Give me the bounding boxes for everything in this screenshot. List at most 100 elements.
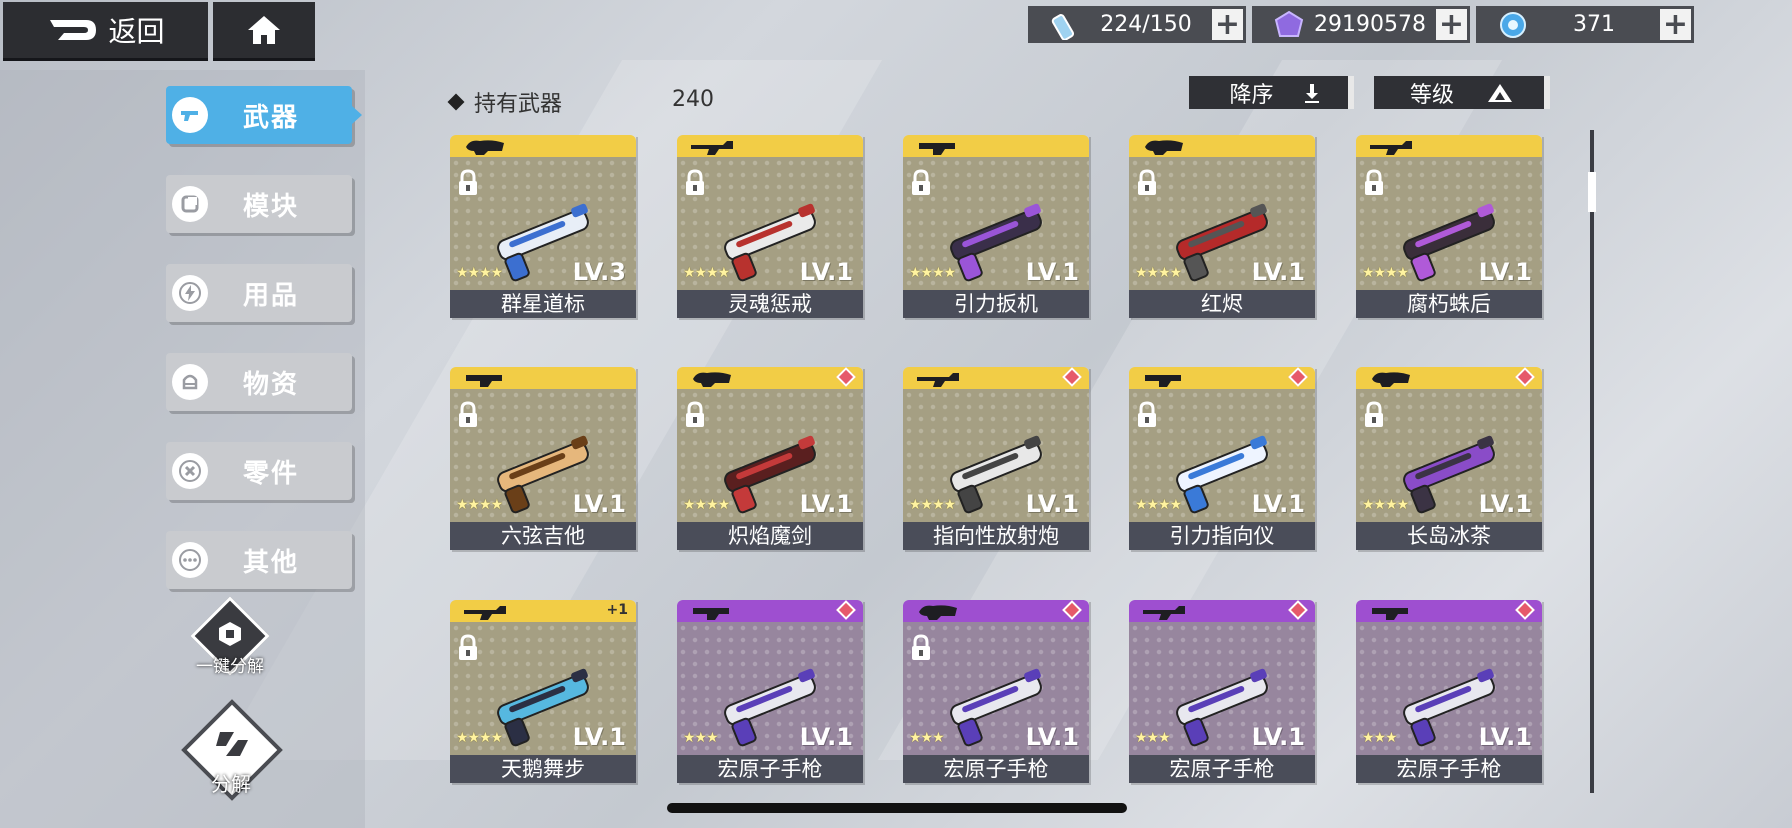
- weapon-name: 宏原子手枪: [903, 755, 1089, 783]
- weapon-name: 群星道标: [450, 290, 636, 318]
- owned-weapons-title: 持有武器: [447, 86, 563, 118]
- resource-crystal: 29190578 +: [1252, 6, 1470, 43]
- lock-icon[interactable]: [1363, 169, 1385, 197]
- weapon-type-icon: [691, 141, 733, 155]
- weapon-card[interactable]: ★★★★ LV.1 灵魂惩戒: [677, 135, 863, 318]
- weapon-name: 宏原子手枪: [677, 755, 863, 783]
- rarity-stars: ★★★: [909, 730, 945, 746]
- one-key-decompose-button[interactable]: 一键分解: [190, 596, 270, 680]
- weapon-card[interactable]: ★★★★ LV.3 群星道标: [450, 135, 636, 318]
- weapon-type-icon: [917, 373, 959, 387]
- weapon-type-icon: [1372, 608, 1408, 620]
- weapon-card[interactable]: ★★★★ LV.1 指向性放射炮: [903, 367, 1089, 550]
- weapon-name: 炽焰魔剑: [677, 522, 863, 550]
- level-triangle-icon: [1488, 83, 1512, 102]
- add-energy-button[interactable]: +: [1212, 9, 1243, 40]
- home-icon: [248, 16, 280, 44]
- weapon-card[interactable]: ★★★★ LV.1 腐朽蛛后: [1356, 135, 1542, 318]
- tab-parts[interactable]: 零件: [166, 442, 352, 500]
- weapon-name: 引力扳机: [903, 290, 1089, 318]
- weapon-card[interactable]: ★★★★ LV.1 红烬: [1129, 135, 1315, 318]
- rarity-stars: ★★★★: [1362, 497, 1409, 513]
- weapon-level: LV.1: [799, 258, 853, 286]
- gun-icon: [172, 97, 208, 133]
- decompose-label: 分解: [211, 772, 251, 796]
- purple-crystal-icon: [1274, 10, 1304, 37]
- weapon-level: LV.1: [1025, 258, 1079, 286]
- add-crystal-button[interactable]: +: [1436, 9, 1467, 40]
- back-button[interactable]: 返回: [3, 2, 208, 61]
- tab-weapons[interactable]: 武器: [166, 86, 362, 144]
- weapon-type-icon: [1145, 140, 1183, 155]
- weapon-type-icon: [693, 608, 729, 620]
- decompose-button[interactable]: 分解: [178, 699, 284, 802]
- supply-icon: [172, 364, 208, 400]
- lock-icon[interactable]: [684, 401, 706, 429]
- lock-icon[interactable]: [457, 401, 479, 429]
- tab-modules[interactable]: 模块: [166, 175, 352, 233]
- weapon-card[interactable]: ★★★ LV.1 宏原子手枪: [1356, 600, 1542, 783]
- rarity-stars: ★★★★: [909, 265, 956, 281]
- refine-badge: +1: [606, 602, 628, 618]
- sort-key-button[interactable]: 等级: [1374, 76, 1550, 109]
- lock-icon[interactable]: [457, 634, 479, 662]
- weapon-card[interactable]: ★★★★ LV.1 引力扳机: [903, 135, 1089, 318]
- weapon-level: LV.1: [1478, 490, 1532, 518]
- scrollbar-thumb[interactable]: [1588, 172, 1596, 212]
- tab-label: 其他: [242, 547, 299, 578]
- weapon-level: LV.1: [799, 490, 853, 518]
- lock-icon[interactable]: [684, 169, 706, 197]
- back-arrow-icon: [50, 20, 97, 40]
- weapon-name: 灵魂惩戒: [677, 290, 863, 318]
- sort-order-label: 降序: [1229, 82, 1274, 108]
- weapon-level: LV.1: [1478, 258, 1532, 286]
- blue-orb-icon: [1500, 11, 1526, 38]
- weapon-name: 红烬: [1129, 290, 1315, 318]
- lightning-icon: [172, 275, 208, 311]
- home-indicator[interactable]: [667, 803, 1127, 813]
- weapon-level: LV.1: [1025, 490, 1079, 518]
- rarity-stars: ★★★★: [1362, 265, 1409, 281]
- lock-icon[interactable]: [1363, 401, 1385, 429]
- weapon-level: LV.3: [572, 258, 626, 286]
- energy-tube-icon: [1051, 13, 1074, 40]
- add-orb-button[interactable]: +: [1660, 9, 1691, 40]
- weapon-card[interactable]: ★★★ LV.1 宏原子手枪: [677, 600, 863, 783]
- lock-icon[interactable]: [1136, 169, 1158, 197]
- weapon-card[interactable]: ★★★★ LV.1 引力指向仪: [1129, 367, 1315, 550]
- tab-supplies[interactable]: 物资: [166, 353, 352, 411]
- weapon-card[interactable]: ★★★ LV.1 宏原子手枪: [1129, 600, 1315, 783]
- weapon-card[interactable]: +1 ★★★★ LV.1 天鹅舞步: [450, 600, 636, 783]
- home-button[interactable]: [213, 2, 315, 61]
- weapon-type-icon: [466, 140, 504, 155]
- crystal-value: 29190578: [1314, 12, 1426, 37]
- owned-weapons-label: 持有武器: [474, 92, 563, 117]
- rarity-stars: ★★★★: [683, 497, 730, 513]
- weapon-name: 腐朽蛛后: [1356, 290, 1542, 318]
- tab-label: 物资: [242, 369, 299, 400]
- weapon-type-icon: [1370, 141, 1412, 155]
- weapon-card[interactable]: ★★★ LV.1 宏原子手枪: [903, 600, 1089, 783]
- energy-value: 224/150: [1100, 12, 1192, 37]
- lock-icon[interactable]: [910, 634, 932, 662]
- weapon-name: 天鹅舞步: [450, 755, 636, 783]
- lock-icon[interactable]: [1136, 401, 1158, 429]
- wrench-icon: [172, 453, 208, 489]
- decompose-icon: [216, 732, 248, 756]
- weapon-level: LV.1: [572, 723, 626, 751]
- lock-icon[interactable]: [457, 169, 479, 197]
- tab-other[interactable]: 其他: [166, 531, 352, 589]
- weapon-card[interactable]: ★★★★ LV.1 炽焰魔剑: [677, 367, 863, 550]
- lock-icon[interactable]: [910, 169, 932, 197]
- tab-items[interactable]: 用品: [166, 264, 352, 322]
- resource-energy: 224/150 +: [1028, 6, 1246, 43]
- weapon-card[interactable]: ★★★★ LV.1 长岛冰茶: [1356, 367, 1542, 550]
- weapon-card[interactable]: ★★★★ LV.1 六弦吉他: [450, 367, 636, 550]
- sort-order-button[interactable]: 降序: [1189, 76, 1354, 109]
- download-arrow-icon: [1305, 83, 1319, 103]
- weapon-name: 长岛冰茶: [1356, 522, 1542, 550]
- sort-key-label: 等级: [1409, 82, 1454, 108]
- weapon-type-icon: [1143, 606, 1185, 620]
- rarity-stars: ★★★★: [456, 730, 503, 746]
- scrollbar-track[interactable]: [1590, 130, 1594, 793]
